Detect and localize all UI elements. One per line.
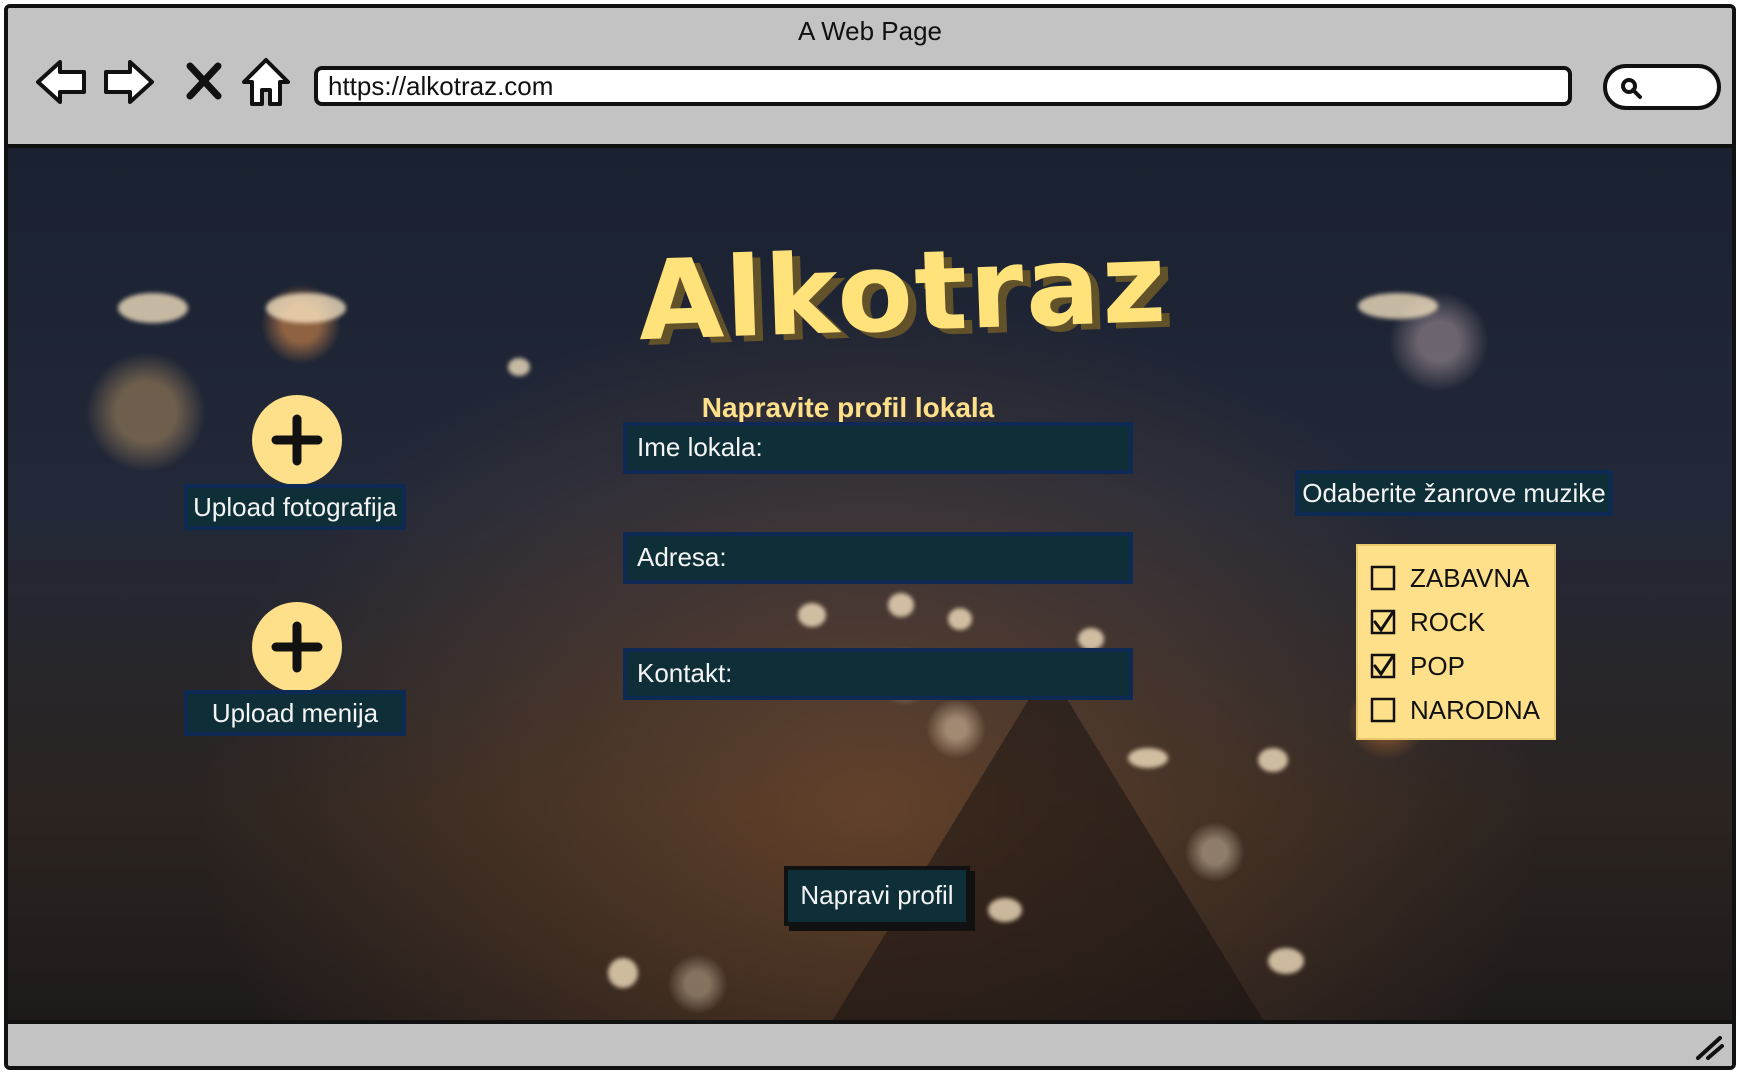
- background-light: [1258, 748, 1288, 772]
- forward-button[interactable]: [98, 52, 158, 112]
- browser-window: A Web Page https://alkotraz.com Alkotraz…: [4, 4, 1736, 1070]
- background-light: [1078, 628, 1104, 650]
- resize-icon[interactable]: [1692, 1032, 1726, 1062]
- background-light: [798, 603, 826, 627]
- genre-option-rock[interactable]: ROCK: [1358, 600, 1554, 644]
- back-button[interactable]: [32, 52, 92, 112]
- background-light: [508, 358, 530, 376]
- address-field-label: Adresa:: [637, 542, 727, 572]
- name-field[interactable]: Ime lokala:: [623, 422, 1133, 474]
- background-light: [118, 293, 188, 323]
- genre-option-zabavna[interactable]: ZABAVNA: [1358, 556, 1554, 600]
- genres-title: Odaberite žanrove muzike: [1295, 470, 1613, 516]
- close-icon: [186, 62, 222, 100]
- background-light: [1128, 748, 1168, 768]
- contact-field[interactable]: Kontakt:: [623, 648, 1133, 700]
- background-light: [1358, 293, 1438, 319]
- back-icon: [36, 60, 86, 104]
- background-light: [1268, 948, 1304, 974]
- background-light: [266, 293, 346, 323]
- genre-option-narodna[interactable]: NARODNA: [1358, 688, 1554, 732]
- plus-icon: [271, 621, 323, 673]
- stop-button[interactable]: [182, 52, 226, 112]
- checkbox-icon[interactable]: [1370, 697, 1396, 723]
- genre-label: ZABAVNA: [1410, 562, 1530, 593]
- genre-label: ROCK: [1410, 606, 1486, 637]
- browser-search-field[interactable]: [1603, 64, 1721, 110]
- plus-icon: [271, 414, 323, 466]
- brand-logo: Alkotraz: [635, 218, 1170, 366]
- create-profile-button[interactable]: Napravi profil: [784, 866, 970, 926]
- status-bar: [8, 1020, 1732, 1066]
- upload-photos-button[interactable]: [252, 395, 342, 485]
- upload-photos-label[interactable]: Upload fotografija: [184, 484, 406, 530]
- checkbox-icon[interactable]: [1370, 565, 1396, 591]
- url-text: https://alkotraz.com: [328, 71, 554, 101]
- background-light: [608, 958, 638, 988]
- home-icon: [242, 58, 290, 106]
- genre-option-pop[interactable]: POP: [1358, 644, 1554, 688]
- page-content: Alkotraz Napravite profil lokala Ime lok…: [8, 148, 1732, 1028]
- home-button[interactable]: [236, 52, 296, 112]
- background-light: [988, 898, 1022, 922]
- upload-menu-button[interactable]: [252, 602, 342, 692]
- address-bar[interactable]: https://alkotraz.com: [314, 66, 1572, 106]
- upload-menu-label[interactable]: Upload menija: [184, 690, 406, 736]
- window-title: A Web Page: [797, 16, 943, 46]
- search-icon: [1621, 78, 1642, 99]
- checkbox-icon[interactable]: [1370, 609, 1396, 635]
- name-field-label: Ime lokala:: [637, 432, 763, 462]
- genre-label: POP: [1410, 650, 1465, 681]
- background-road: [828, 668, 1268, 1028]
- address-field[interactable]: Adresa:: [623, 532, 1133, 584]
- forward-icon: [104, 60, 154, 104]
- checkbox-icon[interactable]: [1370, 653, 1396, 679]
- genres-checklist: ZABAVNA ROCK POP NARODNA: [1356, 544, 1556, 740]
- background-light: [948, 608, 972, 630]
- background-light: [888, 593, 914, 617]
- contact-field-label: Kontakt:: [637, 658, 733, 688]
- genre-label: NARODNA: [1410, 694, 1541, 725]
- browser-chrome: A Web Page https://alkotraz.com: [8, 8, 1732, 148]
